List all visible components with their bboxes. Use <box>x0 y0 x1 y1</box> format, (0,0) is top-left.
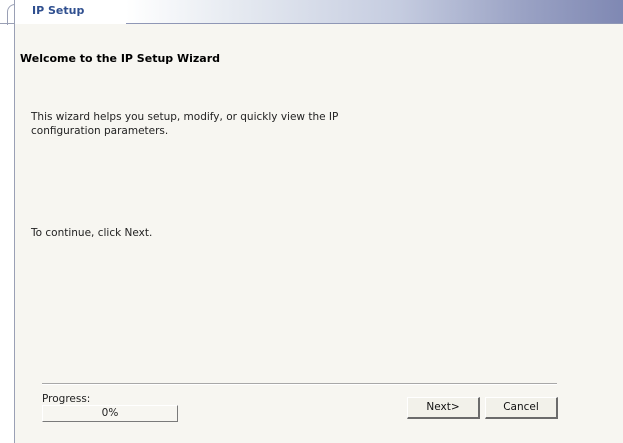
wizard-description: This wizard helps you setup, modify, or … <box>31 111 339 137</box>
tab-bar-left-edge <box>0 0 16 25</box>
tab-bar: IP Setup <box>0 0 623 25</box>
progress-value: 0% <box>101 407 119 419</box>
wizard-title: Welcome to the IP Setup Wizard <box>20 52 221 65</box>
tab-ip-setup[interactable]: IP Setup <box>14 0 127 25</box>
cancel-button[interactable]: Cancel <box>485 397 558 419</box>
progress-label: Progress: <box>42 393 91 405</box>
progress-bar: 0% <box>42 405 178 422</box>
footer-separator <box>42 383 557 385</box>
ip-setup-window: IP Setup Welcome to the IP Setup Wizard … <box>0 0 623 443</box>
next-button[interactable]: Next> <box>407 397 480 419</box>
tab-strip-gradient <box>126 0 623 24</box>
continue-instruction: To continue, click Next. <box>31 227 153 239</box>
